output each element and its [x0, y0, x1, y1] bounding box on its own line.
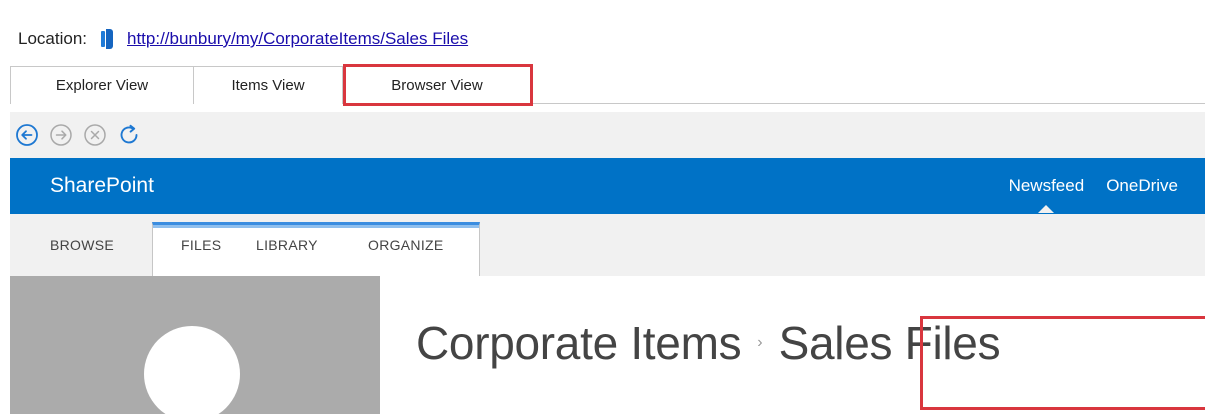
tab-explorer-view[interactable]: Explorer View [10, 66, 194, 104]
active-notch [1038, 205, 1055, 213]
onedrive-link[interactable]: OneDrive [1106, 176, 1178, 196]
ribbon-tab-browse[interactable]: BROWSE [50, 214, 114, 276]
ribbon-tab-library[interactable]: LIBRARY [256, 214, 318, 276]
sharepoint-suite-bar: SharePoint Newsfeed OneDrive [10, 158, 1205, 214]
location-label: Location: [18, 29, 87, 48]
browser-toolbar [10, 112, 1205, 158]
breadcrumb-sales-files: Sales Files [778, 317, 1001, 369]
refresh-icon[interactable] [116, 122, 142, 148]
page-content: Corporate Items › Sales Files [10, 276, 1205, 414]
tab-browser-view[interactable]: Browser View [342, 66, 532, 104]
sharepoint-brand[interactable]: SharePoint [50, 174, 1009, 198]
site-logo[interactable] [10, 276, 380, 414]
ribbon-tab-organize[interactable]: ORGANIZE [368, 214, 444, 276]
site-logo-circle [144, 326, 240, 414]
ribbon-tab-files[interactable]: FILES [181, 214, 221, 276]
stop-icon[interactable] [82, 122, 108, 148]
newsfeed-link[interactable]: Newsfeed [1008, 176, 1085, 213]
location-url-link[interactable]: http://bunbury/my/CorporateItems/Sales F… [127, 29, 468, 49]
breadcrumb-corporate-items[interactable]: Corporate Items [416, 316, 742, 370]
sharepoint-location-icon [101, 29, 113, 49]
newsfeed-link-label: Newsfeed [1008, 176, 1085, 195]
view-tabs: Explorer View Items View Browser View [10, 66, 1205, 104]
back-icon[interactable] [14, 122, 40, 148]
breadcrumb: Corporate Items › Sales Files [416, 316, 1001, 370]
tab-items-view[interactable]: Items View [193, 66, 343, 104]
location-bar: Location: http://bunbury/my/CorporateIte… [0, 22, 1205, 56]
ribbon: BROWSE FILES LIBRARY ORGANIZE [10, 214, 1205, 280]
forward-icon[interactable] [48, 122, 74, 148]
breadcrumb-separator-icon: › [757, 334, 763, 351]
